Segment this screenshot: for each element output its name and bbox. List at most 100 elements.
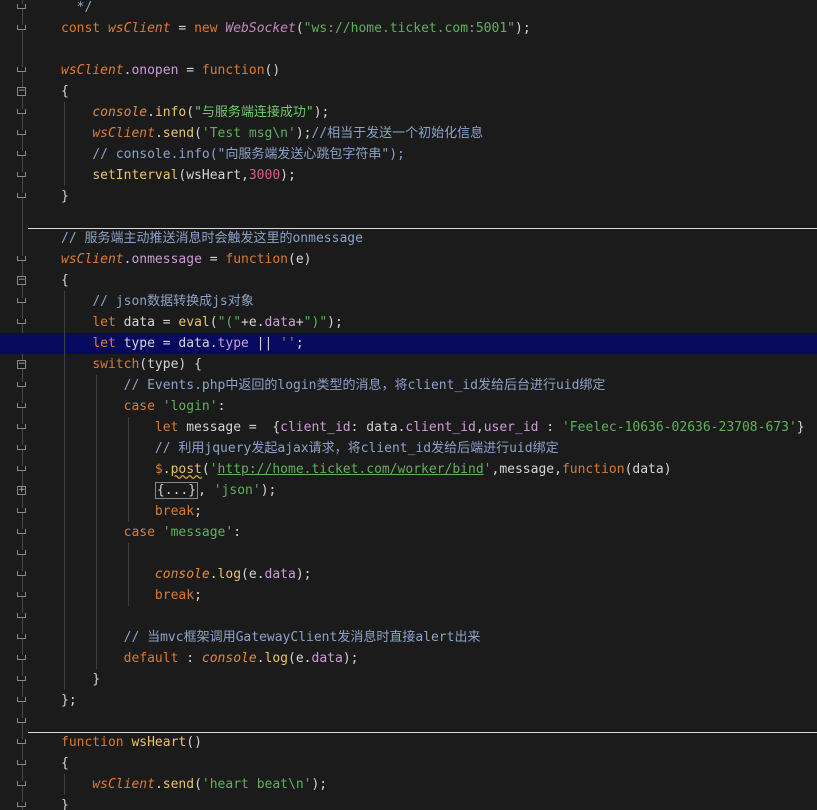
code-token: "(" [217, 315, 242, 330]
code-text: wsClient.onopen = function() [61, 60, 280, 81]
code-token: . [256, 315, 265, 330]
code-token: let [154, 420, 187, 435]
code-token: . [154, 126, 163, 141]
code-token: 'heart beat\n' [201, 777, 312, 792]
code-text: console.log(e.data); [61, 564, 312, 585]
code-token: wsHeart [186, 168, 242, 183]
code-text: { [61, 270, 69, 291]
indent-guide [64, 102, 65, 186]
code-token: ( [194, 126, 202, 141]
code-text: { [61, 753, 69, 774]
code-text: function wsHeart() [61, 732, 202, 753]
code-token: break [154, 504, 195, 519]
code-token: () [186, 735, 202, 750]
code-line[interactable] [0, 753, 817, 774]
code-token: wsClient [92, 777, 155, 792]
code-line[interactable] [0, 186, 817, 207]
code-line[interactable] [0, 207, 817, 228]
code-token: const [61, 21, 108, 36]
code-text: { [61, 81, 69, 102]
code-line[interactable] [0, 270, 817, 291]
code-line[interactable] [0, 669, 817, 690]
code-token: ' [209, 462, 218, 477]
code-text: } [61, 186, 69, 207]
code-token: $ [154, 462, 163, 477]
code-token: (data) [624, 462, 672, 477]
code-token: send [162, 126, 195, 141]
code-token: message [499, 462, 555, 477]
folded-region-marker[interactable]: {...} [154, 482, 199, 499]
code-line[interactable] [0, 0, 817, 18]
code-token: (type) { [139, 357, 202, 372]
code-token: ( [186, 105, 195, 120]
code-text: {...}, 'json'); [61, 480, 276, 501]
code-text: // 当mvc框架调用GatewayClient发消息时直接alert出来 [61, 627, 481, 648]
code-token: ); [342, 651, 359, 666]
code-token: client_id [280, 420, 351, 435]
code-text: setInterval(wsHeart,3000); [61, 165, 296, 186]
fold-end-icon [17, 739, 26, 744]
code-token: || [248, 336, 281, 351]
code-token: + [295, 315, 304, 330]
code-token: function [61, 735, 132, 750]
code-token: . [147, 105, 155, 120]
code-token: log [217, 567, 242, 582]
code-token: 'Test msg\n' [201, 126, 296, 141]
code-token: , [241, 168, 249, 183]
code-token: ); [295, 126, 312, 141]
code-text: default : console.log(e.data); [61, 648, 359, 669]
code-token: data [311, 651, 343, 666]
code-token: // Events.php中返回的login类型的消息，将client_id发给… [123, 378, 606, 393]
code-token: , [554, 462, 562, 477]
code-text: // Events.php中返回的login类型的消息，将client_id发给… [61, 375, 606, 396]
code-token: + [241, 315, 249, 330]
code-line[interactable] [0, 39, 817, 60]
code-line[interactable] [0, 711, 817, 732]
code-token: = [170, 21, 195, 36]
code-text: console.info("与服务端连接成功"); [61, 102, 329, 123]
code-editor[interactable]: − − − + */const wsClient = new WebSocket("w… [0, 0, 817, 810]
code-token: wsHeart [131, 735, 187, 750]
code-token: default [123, 651, 187, 666]
code-line[interactable] [0, 606, 817, 627]
code-token: WebSocket [225, 21, 296, 36]
code-text: */ [61, 0, 93, 18]
code-text: const wsClient = new WebSocket("ws://hom… [61, 18, 531, 39]
code-token: message = { [186, 420, 281, 435]
code-token: . [303, 651, 312, 666]
code-line[interactable] [0, 543, 817, 564]
code-line[interactable] [0, 795, 817, 810]
code-token: console [154, 567, 210, 582]
code-token: "与服务端连接成功" [194, 105, 314, 120]
code-token: ); [311, 777, 328, 792]
code-text: // 利用jquery发起ajax请求，将client_id发给后端进行uid绑… [61, 438, 559, 459]
code-token: } [796, 420, 805, 435]
code-token: function [201, 63, 265, 78]
code-text: let type = data.type || ''; [61, 333, 304, 354]
code-text: let message = {client_id: data.client_id… [61, 417, 805, 438]
code-token: ; [295, 336, 304, 351]
code-token: setInterval [92, 168, 179, 183]
code-token: = [178, 63, 202, 78]
indent-guide [64, 291, 65, 690]
code-token: ); [515, 21, 531, 36]
code-line[interactable] [0, 81, 817, 102]
indent-guide [128, 543, 129, 606]
code-token: */ [61, 0, 93, 15]
code-text: wsClient.send('Test msg\n');//相当于发送一个初始化… [61, 123, 483, 144]
code-token: ")" [303, 315, 328, 330]
code-token: ); [327, 315, 343, 330]
code-line[interactable] [0, 690, 817, 711]
code-text: break; [61, 585, 202, 606]
code-token: wsClient [61, 63, 124, 78]
